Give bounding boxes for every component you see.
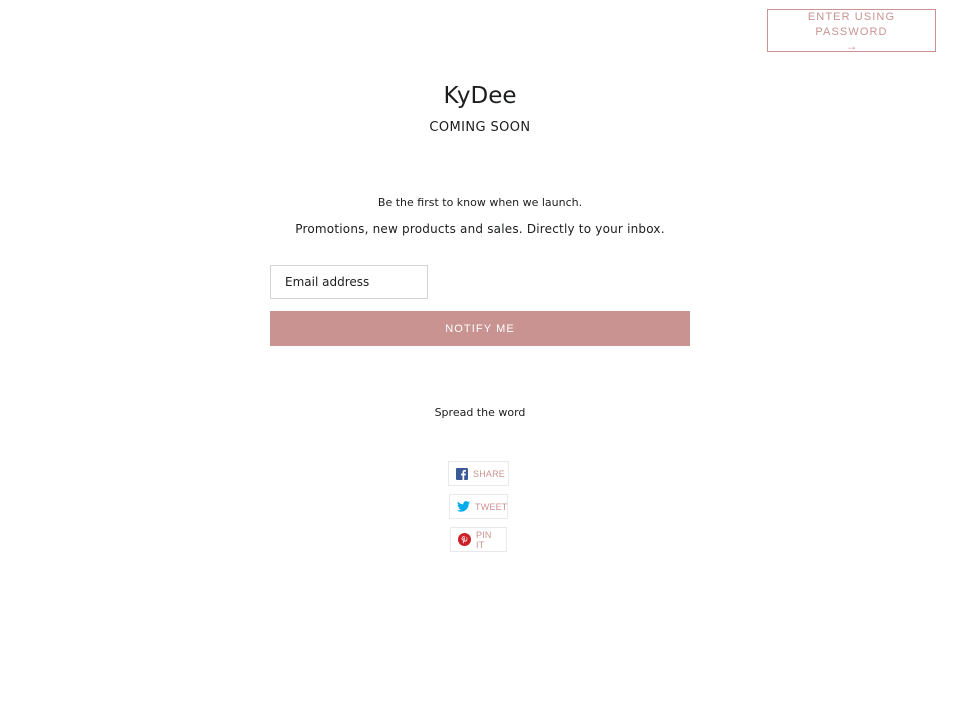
password-button-label: ENTER USING PASSWORD <box>807 10 896 38</box>
pinterest-icon <box>458 533 471 547</box>
tweet-label: TWEET <box>475 501 508 512</box>
enter-using-password-button[interactable]: ENTER USING PASSWORD → <box>767 9 936 52</box>
store-name: KyDee <box>443 83 517 109</box>
coming-soon-heading: COMING SOON <box>429 120 531 135</box>
spread-the-word-heading: Spread the word <box>434 406 526 419</box>
pin-it-label: PIN IT <box>476 529 492 550</box>
twitter-tweet-button[interactable]: TWEET <box>449 494 508 519</box>
promo-text: Promotions, new products and sales. Dire… <box>295 222 665 236</box>
twitter-icon <box>457 500 470 514</box>
pinterest-pin-button[interactable]: PIN IT <box>450 527 507 552</box>
facebook-icon <box>456 467 468 481</box>
arrow-right-icon: → <box>845 38 858 53</box>
facebook-share-button[interactable]: SHARE <box>448 461 509 486</box>
launch-intro-text: Be the first to know when we launch. <box>377 196 583 209</box>
share-label: SHARE <box>473 468 506 479</box>
notify-me-button[interactable]: NOTIFY ME <box>270 311 690 346</box>
email-field[interactable] <box>270 265 428 299</box>
password-page: ENTER USING PASSWORD → KyDee COMING SOON… <box>0 0 960 720</box>
